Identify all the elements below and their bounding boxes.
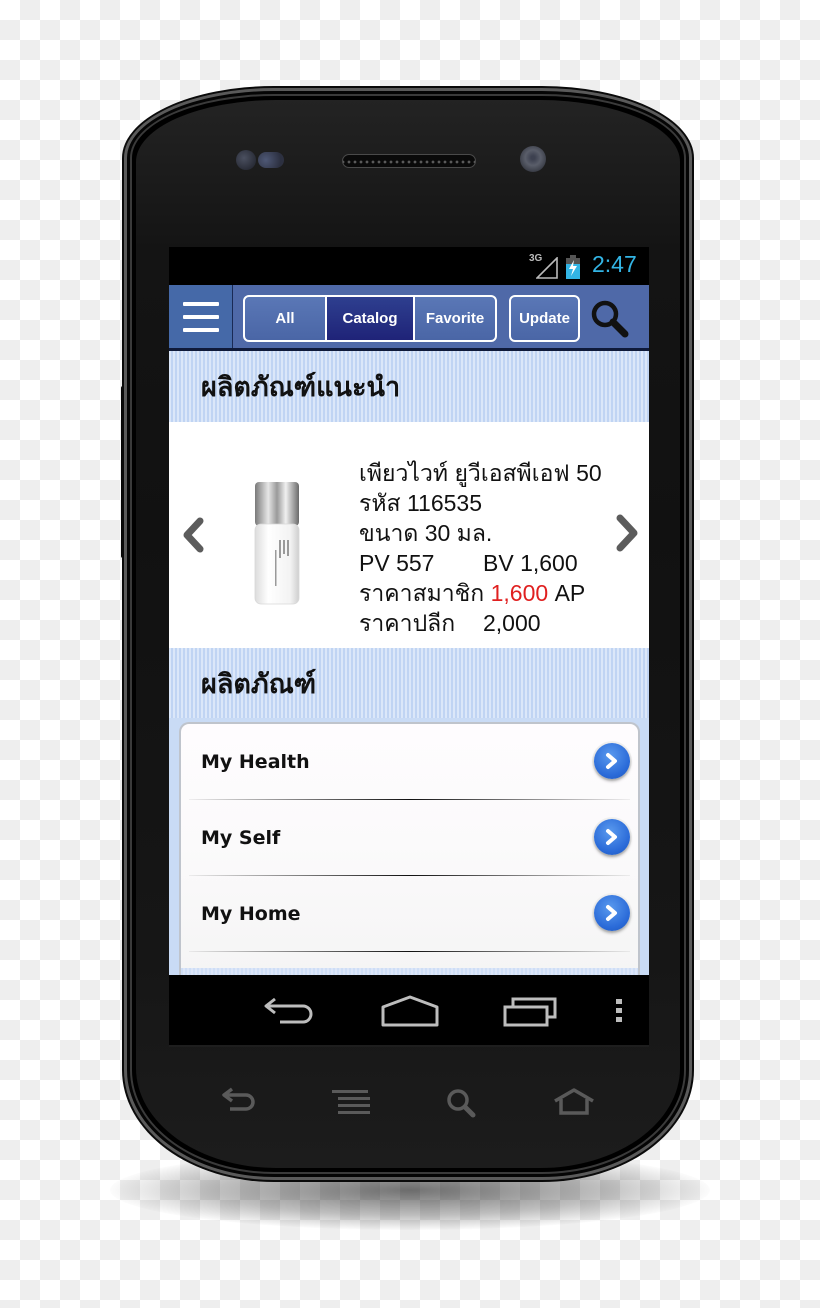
member-price-unit: AP (554, 580, 586, 606)
earpiece-speaker (342, 154, 476, 168)
update-button[interactable]: Update (509, 295, 580, 342)
chevron-left-icon[interactable] (180, 515, 206, 555)
chevron-right-circle-icon[interactable] (594, 819, 630, 855)
tab-all[interactable]: All (243, 295, 327, 342)
product-points-row: PV 557 BV 1,600 (359, 548, 602, 578)
list-item-label: My Self (201, 827, 281, 849)
hardware-home-icon[interactable] (552, 1088, 596, 1116)
bv-value: 1,600 (520, 550, 578, 576)
list-item-my-self[interactable]: My Self (181, 800, 638, 876)
featured-section-title: ผลิตภัณฑ์แนะนำ (169, 351, 649, 422)
proximity-sensor (236, 150, 256, 170)
home-icon[interactable] (381, 995, 439, 1027)
list-item-label: My Health (201, 751, 310, 773)
product-size-row: ขนาด 30 มล. (359, 518, 602, 548)
featured-product-card[interactable]: เพียวไวท์ ยูวีเอสพีเอฟ 50 รหัส 116535 ขน… (169, 422, 649, 648)
phone-screen: 3G 2:47 All Catalog Favorite Update ผลิต… (169, 247, 649, 1047)
list-scroll-fade (181, 968, 638, 975)
list-item-label: My Home (201, 903, 301, 925)
status-bar: 3G 2:47 (169, 247, 649, 285)
member-price-row: ราคาสมาชิก 1,600 AP (359, 578, 602, 608)
recent-apps-icon[interactable] (503, 995, 559, 1027)
category-list: My Health My Self My Home (179, 722, 640, 975)
category-tabs: All Catalog Favorite (243, 295, 497, 342)
clock: 2:47 (592, 251, 637, 277)
retail-price-row: ราคาปลีก 2,000 (359, 608, 602, 638)
product-image (254, 482, 300, 605)
system-nav-bar (169, 975, 649, 1047)
back-icon[interactable] (263, 995, 315, 1029)
product-code-row: รหัส 116535 (359, 488, 602, 518)
signal-icon (536, 257, 558, 279)
bv-label: BV (483, 550, 514, 576)
retail-price-label: ราคาปลีก (359, 610, 456, 636)
hamburger-menu-icon[interactable] (169, 285, 233, 348)
hardware-back-icon[interactable] (220, 1086, 260, 1118)
hardware-search-icon[interactable] (446, 1088, 480, 1118)
product-bv: BV 1,600 (483, 550, 578, 576)
pv-label: PV (359, 550, 390, 576)
tab-catalog[interactable]: Catalog (327, 295, 413, 342)
pv-value: 557 (396, 550, 435, 576)
light-sensor (258, 152, 284, 168)
hardware-menu-icon[interactable] (330, 1088, 374, 1116)
list-item-my-health[interactable]: My Health (181, 724, 638, 800)
retail-price: 2,000 (483, 610, 541, 636)
list-item-my-home[interactable]: My Home (181, 876, 638, 952)
overflow-menu-icon[interactable] (615, 997, 623, 1025)
products-section-title: ผลิตภัณฑ์ (169, 648, 649, 718)
front-camera (520, 146, 546, 172)
battery-charging-icon (566, 255, 580, 279)
product-name: เพียวไวท์ ยูวีเอสพีเอฟ 50 (359, 460, 602, 486)
product-details: เพียวไวท์ ยูวีเอสพีเอฟ 50 รหัส 116535 ขน… (359, 458, 602, 638)
product-code-label: รหัส (359, 490, 401, 516)
product-size: 30 มล. (424, 520, 493, 546)
product-size-label: ขนาด (359, 520, 419, 546)
tab-favorite[interactable]: Favorite (413, 295, 497, 342)
chevron-right-circle-icon[interactable] (594, 743, 630, 779)
member-price: 1,600 (490, 580, 549, 606)
search-icon[interactable] (589, 299, 633, 341)
chevron-right-circle-icon[interactable] (594, 895, 630, 931)
product-pv: PV 557 (359, 548, 483, 578)
chevron-right-icon[interactable] (613, 512, 641, 554)
member-price-label: ราคาสมาชิก (359, 580, 485, 606)
app-header: All Catalog Favorite Update (169, 285, 649, 351)
product-code: 116535 (406, 490, 482, 516)
main-content: ผลิตภัณฑ์แนะนำ เพียวไวท์ ยูวีเอสพีเอฟ 50… (169, 351, 649, 975)
